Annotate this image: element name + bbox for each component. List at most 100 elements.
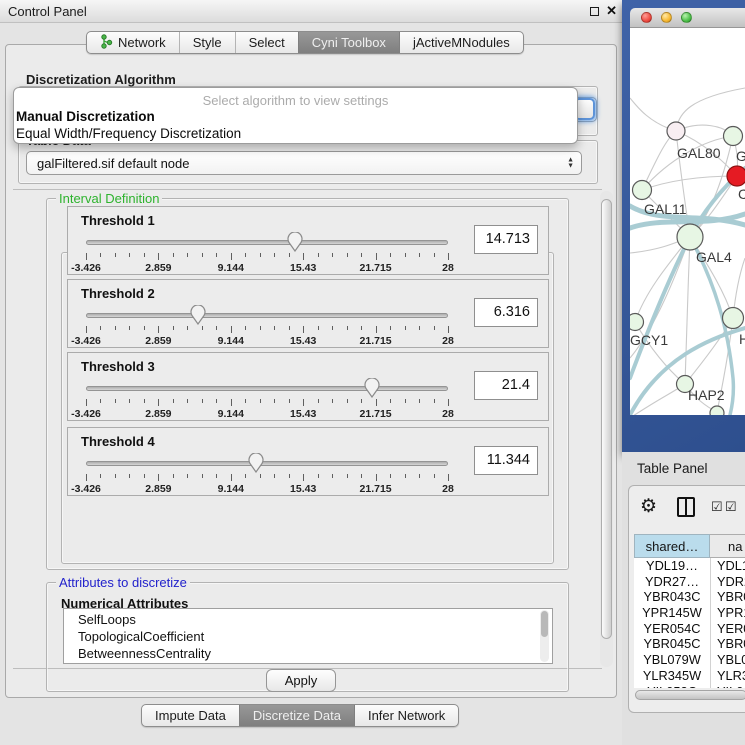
numerical-attributes-list[interactable]: SelfLoopsTopologicalCoefficientBetweenne… [63, 608, 553, 664]
threshold-slider[interactable]: -3.4262.8599.14415.4321.71528 [86, 231, 448, 275]
slider-tick [303, 399, 304, 406]
slider-thumb-icon[interactable] [364, 378, 380, 398]
network-node[interactable] [710, 406, 724, 415]
attribute-list-item[interactable]: TopologicalCoefficient [78, 628, 552, 645]
table-horizontal-scrollbar[interactable] [635, 690, 745, 701]
slider-tick-label: 2.859 [145, 408, 171, 420]
attribute-list-item[interactable]: SelfLoops [78, 611, 552, 628]
network-node[interactable] [727, 166, 745, 186]
slider-tick [332, 399, 333, 403]
table-row[interactable]: YLR345WYLR3 [634, 668, 745, 684]
slider-track[interactable] [86, 386, 448, 391]
table-row[interactable]: YBL079WYBL0 [634, 652, 745, 668]
algorithm-option[interactable]: Manual Discretization [14, 108, 577, 125]
network-node[interactable] [667, 122, 685, 140]
threshold-slider[interactable]: -3.4262.8599.14415.4321.71528 [86, 452, 448, 496]
close-icon[interactable]: ✕ [606, 3, 617, 19]
slider-track[interactable] [86, 461, 448, 466]
network-canvas[interactable]: GAL80GACGAL11GAL4GCY1HHAP2 [630, 28, 745, 415]
threshold-slider[interactable]: -3.4262.8599.14415.4321.71528 [86, 304, 448, 348]
slider-tick [376, 253, 377, 260]
slider-tick [187, 474, 188, 478]
slider-tick-label: 21.715 [360, 408, 392, 420]
slider-tick [100, 326, 101, 330]
zoom-traffic-light-icon[interactable] [681, 12, 692, 23]
slider-tick [448, 474, 449, 481]
slider-tick-label: 2.859 [145, 483, 171, 495]
threshold-label: Threshold 3 [81, 359, 155, 374]
tab-cyni-toolbox[interactable]: Cyni Toolbox [298, 32, 399, 53]
select-all-checkbox-icon[interactable]: ☑ [711, 500, 723, 513]
slider-tick-label: 21.715 [360, 483, 392, 495]
table-row[interactable]: YBR043CYBR0 [634, 589, 745, 605]
table-row[interactable]: YIL052CYIL0 [634, 684, 745, 689]
table-row[interactable]: YER054CYER0 [634, 621, 745, 637]
network-node[interactable] [677, 224, 703, 250]
table-row[interactable]: YDR27…YDR2 [634, 574, 745, 590]
table-row[interactable]: YDL19…YDL1 [634, 558, 745, 574]
slider-tick [144, 474, 145, 478]
slider-tick [158, 253, 159, 260]
gear-icon[interactable]: ⚙ [640, 497, 657, 516]
algorithm-placeholder-option[interactable]: Select algorithm to view settings [14, 93, 577, 108]
tab-style[interactable]: Style [179, 32, 235, 53]
slider-thumb-icon[interactable] [287, 232, 303, 252]
application-window: Control Panel ✕ Discretization Algorithm… [0, 0, 745, 745]
float-window-icon[interactable] [590, 7, 599, 16]
cell-shared-name: YDR27… [634, 574, 710, 590]
network-node[interactable] [723, 308, 744, 329]
slider-tick [129, 399, 130, 403]
slider-tick-label: 21.715 [360, 335, 392, 347]
threshold-slider[interactable]: -3.4262.8599.14415.4321.71528 [86, 377, 448, 421]
slider-tick-label: 28 [442, 408, 454, 420]
close-traffic-light-icon[interactable] [641, 12, 652, 23]
slider-tick [187, 399, 188, 403]
network-node[interactable] [630, 314, 644, 331]
slider-tick [289, 399, 290, 403]
slider-tick [115, 253, 116, 257]
tab-impute-data[interactable]: Impute Data [142, 705, 239, 726]
algorithm-option[interactable]: Equal Width/Frequency Discretization [14, 125, 577, 142]
slider-tick [361, 253, 362, 257]
slider-thumb-icon[interactable] [190, 305, 206, 325]
threshold-value-field[interactable]: 6.316 [474, 298, 538, 327]
tab-jactivemnodules[interactable]: jActiveMNodules [399, 32, 523, 53]
slider-thumb-icon[interactable] [248, 453, 264, 473]
threshold-value-field[interactable]: 14.713 [474, 225, 538, 254]
minimize-traffic-light-icon[interactable] [661, 12, 672, 23]
table-data-combobox[interactable]: galFiltered.sif default node ▲▼ [26, 151, 582, 175]
apply-button[interactable]: Apply [266, 669, 336, 692]
threshold-value-field[interactable]: 11.344 [474, 446, 538, 475]
slider-tick [144, 326, 145, 330]
tab-select[interactable]: Select [235, 32, 298, 53]
tab-infer-network[interactable]: Infer Network [354, 705, 458, 726]
split-columns-icon[interactable] [677, 497, 695, 517]
table-row[interactable]: YPR145WYPR1 [634, 605, 745, 621]
column-header-name[interactable]: na [710, 534, 745, 558]
slider-tick [448, 399, 449, 406]
cell-shared-name: YBL079W [634, 652, 710, 668]
tab-network[interactable]: Network [87, 32, 179, 53]
threshold-value-field[interactable]: 21.4 [474, 371, 538, 400]
slider-track[interactable] [86, 240, 448, 245]
table-row[interactable]: YBR045CYBR0 [634, 636, 745, 652]
network-view-window: GAL80GACGAL11GAL4GCY1HHAP2 [622, 0, 745, 452]
tab-label: Select [249, 35, 285, 50]
slider-tick [376, 399, 377, 406]
attribute-list-item[interactable]: BetweennessCentrality [78, 645, 552, 662]
node-label: GCY1 [630, 332, 668, 348]
network-node[interactable] [633, 181, 652, 200]
network-node[interactable] [724, 127, 743, 146]
slider-tick-label: 15.43 [290, 483, 316, 495]
slider-tick [202, 474, 203, 478]
cell-shared-name: YIL052C [634, 684, 710, 689]
select-none-checkbox-icon[interactable]: ☑ [725, 500, 737, 513]
column-header-shared-name[interactable]: shared… [634, 534, 710, 558]
settings-scrollbar[interactable] [600, 191, 613, 667]
slider-track[interactable] [86, 313, 448, 318]
attributes-list-scrollbar[interactable] [540, 610, 549, 662]
table-body[interactable]: YDL19…YDL1YDR27…YDR2YBR043CYBR0YPR145WYP… [634, 558, 745, 688]
cell-shared-name: YER054C [634, 621, 710, 637]
tab-discretize-data[interactable]: Discretize Data [239, 705, 354, 726]
slider-tick [434, 474, 435, 478]
